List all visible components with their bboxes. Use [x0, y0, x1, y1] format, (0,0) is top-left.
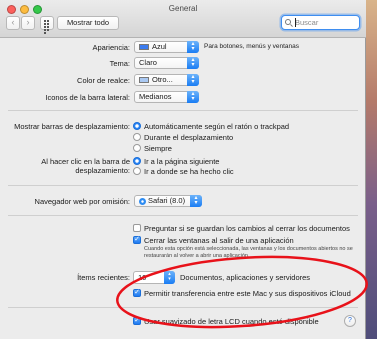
- default-browser-value: Safari (8.0): [148, 196, 186, 205]
- search-placeholder: Buscar: [295, 18, 319, 27]
- separator: [8, 215, 358, 216]
- safari-icon: [139, 197, 146, 205]
- popup-arrows-icon: ▴ ▾: [187, 57, 199, 69]
- click-scroll-label-line1: Al hacer clic en la barra de: [41, 157, 130, 166]
- theme-value: Claro: [139, 58, 157, 67]
- recent-items-popup[interactable]: 10 ▴ ▾: [133, 271, 175, 284]
- close-windows-checkbox[interactable]: ✓: [133, 236, 141, 244]
- handoff-checkbox[interactable]: ✓: [133, 289, 141, 297]
- separator: [8, 110, 358, 111]
- popup-arrows-icon: ▴ ▾: [190, 195, 202, 207]
- recent-items-value: 10: [138, 273, 147, 282]
- appearance-swatch: [139, 44, 149, 51]
- separator: [8, 307, 358, 308]
- click-next-page-label: Ir a la página siguiente: [144, 157, 220, 166]
- close-windows-label: Cerrar las ventanas al salir de una apli…: [144, 236, 294, 245]
- forward-button[interactable]: ›: [21, 16, 35, 30]
- separator: [8, 185, 358, 186]
- scrollbars-label: Mostrar barras de desplazamiento:: [14, 122, 130, 131]
- popup-arrows-icon: ▴ ▾: [164, 271, 175, 284]
- default-browser-popup[interactable]: Safari (8.0) ▴ ▾: [134, 195, 202, 207]
- popup-arrows-icon: ▴ ▾: [187, 91, 199, 103]
- sidebar-icon-size-popup[interactable]: Medianos ▴ ▾: [134, 91, 199, 103]
- sidebar-icon-size-label: Iconos de la barra lateral:: [45, 93, 130, 102]
- scroll-during-label: Durante el desplazamiento: [144, 133, 234, 142]
- click-jump-radio[interactable]: [133, 167, 141, 175]
- appearance-value: Azul: [152, 42, 167, 51]
- close-windows-description: Cuando esta opción está seleccionada, la…: [144, 246, 353, 259]
- click-next-page-radio[interactable]: [133, 157, 141, 165]
- scroll-auto-label: Automáticamente según el ratón o trackpa…: [144, 122, 290, 131]
- back-button[interactable]: ‹: [6, 16, 20, 30]
- search-field[interactable]: Buscar: [281, 15, 360, 30]
- show-all-button[interactable]: Mostrar todo: [57, 16, 119, 30]
- recent-items-suffix: Documentos, aplicaciones y servidores: [180, 273, 311, 282]
- highlight-swatch: [139, 77, 149, 84]
- grid-view-button[interactable]: [40, 16, 54, 34]
- text-caret: [295, 18, 296, 27]
- scroll-during-radio[interactable]: [133, 133, 141, 141]
- appearance-popup[interactable]: Azul ▴ ▾: [134, 41, 199, 53]
- ask-save-label: Preguntar si se guardan los cambios al c…: [144, 224, 350, 233]
- scroll-always-radio[interactable]: [133, 144, 141, 152]
- sidebar-icon-size-value: Medianos: [139, 92, 172, 101]
- title-bar: General ‹ › Mostrar todo Buscar: [0, 0, 366, 38]
- click-scroll-label-line2: desplazamiento:: [75, 166, 130, 175]
- appearance-note: Para botones, menús y ventanas: [204, 43, 300, 50]
- highlight-value: Otro...: [152, 75, 173, 84]
- search-icon: [285, 19, 291, 25]
- lcd-smoothing-label: Usar suavizado de letra LCD cuando esté …: [144, 317, 319, 326]
- highlight-color-label: Color de realce:: [77, 76, 130, 85]
- popup-arrows-icon: ▴ ▾: [187, 41, 199, 53]
- theme-label: Tema:: [109, 59, 130, 68]
- ask-save-checkbox[interactable]: [133, 224, 141, 232]
- preferences-window: General ‹ › Mostrar todo Buscar Aparienc…: [0, 0, 366, 339]
- highlight-color-popup[interactable]: Otro... ▴ ▾: [134, 74, 199, 86]
- popup-arrows-icon: ▴ ▾: [187, 74, 199, 86]
- theme-popup[interactable]: Claro ▴ ▾: [134, 57, 199, 69]
- window-title: General: [168, 4, 198, 13]
- default-browser-label: Navegador web por omisión:: [34, 197, 130, 206]
- handoff-label: Permitir transferencia entre este Mac y …: [144, 289, 351, 298]
- scroll-auto-radio[interactable]: [133, 122, 141, 130]
- lcd-smoothing-checkbox[interactable]: ✓: [133, 317, 141, 325]
- appearance-label: Apariencia:: [92, 43, 130, 52]
- click-jump-label: Ir a donde se ha hecho clic: [144, 167, 234, 176]
- help-button[interactable]: ?: [344, 315, 356, 327]
- scroll-always-label: Siempre: [144, 144, 172, 153]
- recent-items-label: Ítems recientes:: [77, 273, 130, 282]
- desktop-background: [365, 0, 377, 339]
